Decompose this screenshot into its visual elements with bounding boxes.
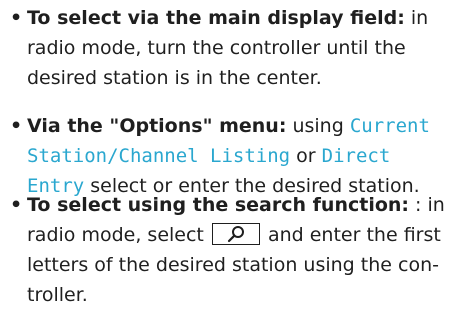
body-text: or bbox=[290, 145, 322, 167]
search-icon bbox=[227, 225, 244, 242]
instruction-list: • To select via the main display field: … bbox=[0, 0, 459, 310]
text-line: troller. bbox=[27, 284, 88, 306]
text-line: letters of the desired station using the… bbox=[27, 254, 439, 276]
text-line: Station/Channel Listing or Direct bbox=[27, 141, 430, 171]
bullet: • bbox=[10, 7, 23, 29]
text-line: To select via the main display field: in bbox=[27, 3, 428, 33]
text-line: radio mode, select and enter the first bbox=[27, 220, 445, 250]
body-text: radio mode, select bbox=[27, 224, 210, 246]
body-text: in bbox=[404, 7, 429, 29]
bullet: • bbox=[10, 194, 23, 216]
text-line: To select using the search function: : i… bbox=[27, 190, 445, 220]
body-text: : in bbox=[409, 194, 445, 216]
body-text: and enter the first bbox=[261, 224, 441, 246]
text-line: Via the "Options" menu: using Current bbox=[27, 111, 430, 141]
text-line: radio mode, turn the controller until th… bbox=[27, 37, 406, 59]
menu-term: Direct bbox=[321, 145, 391, 167]
lead-label: To select via the main display field: bbox=[27, 7, 405, 29]
body-text: using bbox=[286, 115, 350, 137]
lead-label: Via the "Options" menu: bbox=[27, 115, 287, 137]
menu-term: Station/Channel Listing bbox=[27, 145, 291, 167]
menu-term: Current bbox=[349, 115, 430, 137]
lead-label: To select using the search function: bbox=[27, 194, 410, 216]
search-key-box bbox=[211, 222, 260, 245]
bullet: • bbox=[10, 115, 23, 137]
text-line: desired station is in the center. bbox=[27, 67, 322, 89]
